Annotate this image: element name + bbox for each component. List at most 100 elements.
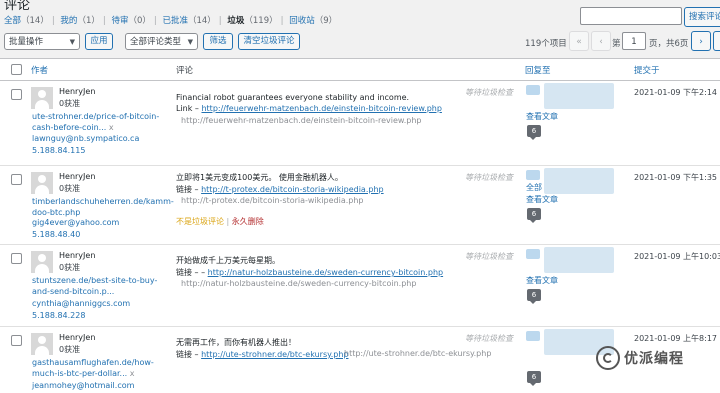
response-view-post[interactable]: 查看文章 bbox=[526, 194, 558, 205]
author-email[interactable]: lawnguy@nb.sympatico.ca bbox=[32, 134, 139, 143]
author-email[interactable]: cynthia@hanniggcs.com bbox=[32, 299, 130, 308]
author-name: HenryJen bbox=[59, 333, 96, 342]
author-status: 0获准 bbox=[59, 99, 81, 108]
apply-button[interactable]: 应用 bbox=[85, 33, 113, 50]
not-spam-link[interactable]: 不是垃圾评论 bbox=[176, 217, 224, 226]
submitted-date[interactable]: 2021-01-09 上午10:03 bbox=[634, 251, 720, 262]
table-row: HenryJen 0获准 stuntszene.de/best-site-to-… bbox=[0, 245, 720, 327]
filter-mine-count: （1） bbox=[77, 16, 100, 26]
empty-spam-button[interactable]: 清空垃圾评论 bbox=[238, 33, 300, 50]
author-email[interactable]: gig4ever@yahoo.com bbox=[32, 218, 119, 227]
comment-link: 链接 – – http://natur-holzbausteine.de/swe… bbox=[176, 268, 444, 277]
comment-link-url[interactable]: http://feuerwehr-matzenbach.de/einstein-… bbox=[201, 104, 441, 113]
next-page-button[interactable]: › bbox=[691, 31, 711, 51]
filter-spam-count: （119） bbox=[244, 16, 278, 26]
comment-plain-url: http://feuerwehr-matzenbach.de/einstein-… bbox=[181, 116, 422, 125]
table-row: HenryJen 0获准 timberlandschuheherren.de/k… bbox=[0, 166, 720, 245]
comment-count-badge[interactable]: 6 bbox=[527, 289, 541, 304]
response-view-post[interactable]: 全部 bbox=[526, 182, 542, 193]
response-view-post[interactable]: 查看文章 bbox=[526, 111, 558, 122]
author-url[interactable]: timberlandschuheherren.de/kamm-doo-btc.p… bbox=[32, 196, 174, 218]
page-title: 评论 bbox=[4, 0, 31, 13]
filter-spam[interactable]: 垃圾 bbox=[227, 16, 244, 26]
author-url[interactable]: stuntszene.de/best-site-to-buy-and-send-… bbox=[32, 275, 172, 297]
response-blurred bbox=[526, 249, 540, 259]
author-name: HenryJen bbox=[59, 87, 96, 96]
select-all-checkbox[interactable] bbox=[11, 64, 22, 75]
table-row: HenryJen 0获准 ute-strohner.de/price-of-bi… bbox=[0, 81, 720, 166]
author-status: 0获准 bbox=[59, 184, 81, 193]
author-ip[interactable]: 5.188.48.40 bbox=[32, 230, 80, 239]
author-ip[interactable]: 5.188.84.115 bbox=[32, 146, 85, 155]
filter-mine[interactable]: 我的 bbox=[60, 16, 77, 26]
submitted-date[interactable]: 2021-01-09 上午8:17 bbox=[634, 333, 717, 344]
last-page-button[interactable]: » bbox=[713, 31, 720, 51]
avatar bbox=[31, 172, 53, 194]
current-page-input[interactable]: 1 bbox=[622, 32, 646, 50]
row-actions: 不是垃圾评论 | 永久删除 bbox=[176, 217, 264, 226]
comment-text: 无需再工作，而你有机器人推出！ bbox=[176, 338, 296, 347]
comment-count-badge[interactable]: 6 bbox=[527, 125, 541, 140]
column-submitted[interactable]: 提交于 bbox=[634, 64, 660, 76]
row-checkbox[interactable] bbox=[11, 174, 22, 185]
filter-button[interactable]: 筛选 bbox=[203, 33, 233, 50]
watermark: 优派编程 bbox=[596, 346, 720, 374]
filter-trash[interactable]: 回收站 bbox=[289, 16, 315, 26]
comment-link: 链接 – http://t-protex.de/bitcoin-storia-w… bbox=[176, 185, 384, 194]
filter-approved[interactable]: 已批准 bbox=[162, 16, 188, 26]
author-ip[interactable]: 5.188.84.228 bbox=[32, 311, 85, 320]
row-checkbox[interactable] bbox=[11, 89, 22, 100]
filter-approved-count: （14） bbox=[187, 16, 216, 26]
author-url[interactable]: ute-strohner.de/price-of-bitcoin-cash-be… bbox=[32, 111, 172, 133]
items-count: 119个项目 bbox=[525, 39, 567, 49]
page-prefix: 第 bbox=[612, 39, 621, 49]
chevron-down-icon: ▼ bbox=[69, 38, 75, 46]
response-blurred bbox=[544, 83, 614, 109]
page-of-total: 页，共6页 bbox=[649, 39, 689, 49]
delete-permanently-link[interactable]: 永久删除 bbox=[232, 217, 264, 226]
comment-count-badge[interactable]: 6 bbox=[527, 208, 541, 223]
comment-link: Link – http://feuerwehr-matzenbach.de/ei… bbox=[176, 104, 442, 113]
comment-link-url[interactable]: http://t-protex.de/bitcoin-storia-wikipe… bbox=[201, 185, 384, 194]
row-checkbox[interactable] bbox=[11, 253, 22, 264]
filter-pending-count: （0） bbox=[128, 16, 151, 26]
first-page-button: « bbox=[569, 31, 589, 51]
comment-text: 立即将1美元变成100美元。 使用金融机器人。 bbox=[176, 173, 343, 182]
filter-trash-count: （9） bbox=[314, 16, 338, 26]
column-in-response-to[interactable]: 回复至 bbox=[525, 64, 551, 76]
watermark-text: 优派编程 bbox=[624, 351, 684, 367]
author-name: HenryJen bbox=[59, 251, 96, 260]
response-blurred bbox=[544, 247, 614, 273]
comment-link-url[interactable]: http://natur-holzbausteine.de/sweden-cur… bbox=[208, 268, 443, 277]
search-button[interactable]: 搜索评论 bbox=[684, 7, 720, 27]
pending-spam-check: 等待垃圾检查 bbox=[465, 334, 513, 343]
author-status: 0获准 bbox=[59, 345, 81, 354]
bulk-action-select[interactable]: 批量操作 ▼ bbox=[4, 33, 80, 50]
row-checkbox[interactable] bbox=[11, 335, 22, 346]
comments-table: 作者 评论 回复至 提交于 HenryJen 0获准 ute-strohner.… bbox=[0, 58, 720, 393]
filter-all[interactable]: 全部 bbox=[4, 16, 21, 26]
avatar bbox=[31, 333, 53, 355]
bulk-action-value: 批量操作 bbox=[9, 37, 44, 47]
submitted-date[interactable]: 2021-01-09 下午2:14 bbox=[634, 87, 717, 98]
search-input[interactable] bbox=[580, 7, 682, 25]
response-blurred bbox=[544, 168, 614, 194]
submitted-date[interactable]: 2021-01-09 下午1:35 bbox=[634, 172, 717, 183]
comment-text: 开始做成千上万美元每星期。 bbox=[176, 256, 280, 265]
comment-type-select[interactable]: 全部评论类型 ▼ bbox=[125, 33, 198, 50]
filter-pending[interactable]: 待审 bbox=[111, 16, 128, 26]
comment-link-url[interactable]: http://ute-strohner.de/btc-ekursy.php bbox=[201, 350, 348, 359]
remove-url-icon[interactable]: x bbox=[109, 123, 114, 132]
comment-plain-url: http://ute-strohner.de/btc-ekursy.php bbox=[344, 349, 492, 358]
remove-url-icon[interactable]: x bbox=[130, 369, 135, 378]
author-email[interactable]: jeanmohey@hotmail.com bbox=[32, 381, 134, 390]
response-blurred bbox=[526, 170, 540, 180]
comment-link: 链接 – http://ute-strohner.de/btc-ekursy.p… bbox=[176, 350, 349, 359]
comment-count-badge[interactable]: 6 bbox=[527, 371, 541, 386]
author-url[interactable]: gasthausamflughafen.de/how-much-is-btc-p… bbox=[32, 357, 172, 379]
column-author[interactable]: 作者 bbox=[31, 64, 48, 76]
watermark-logo-icon bbox=[596, 346, 620, 370]
pending-spam-check: 等待垃圾检查 bbox=[465, 252, 513, 261]
response-view-post[interactable]: 查看文章 bbox=[526, 275, 558, 286]
table-header: 作者 评论 回复至 提交于 bbox=[0, 59, 720, 81]
